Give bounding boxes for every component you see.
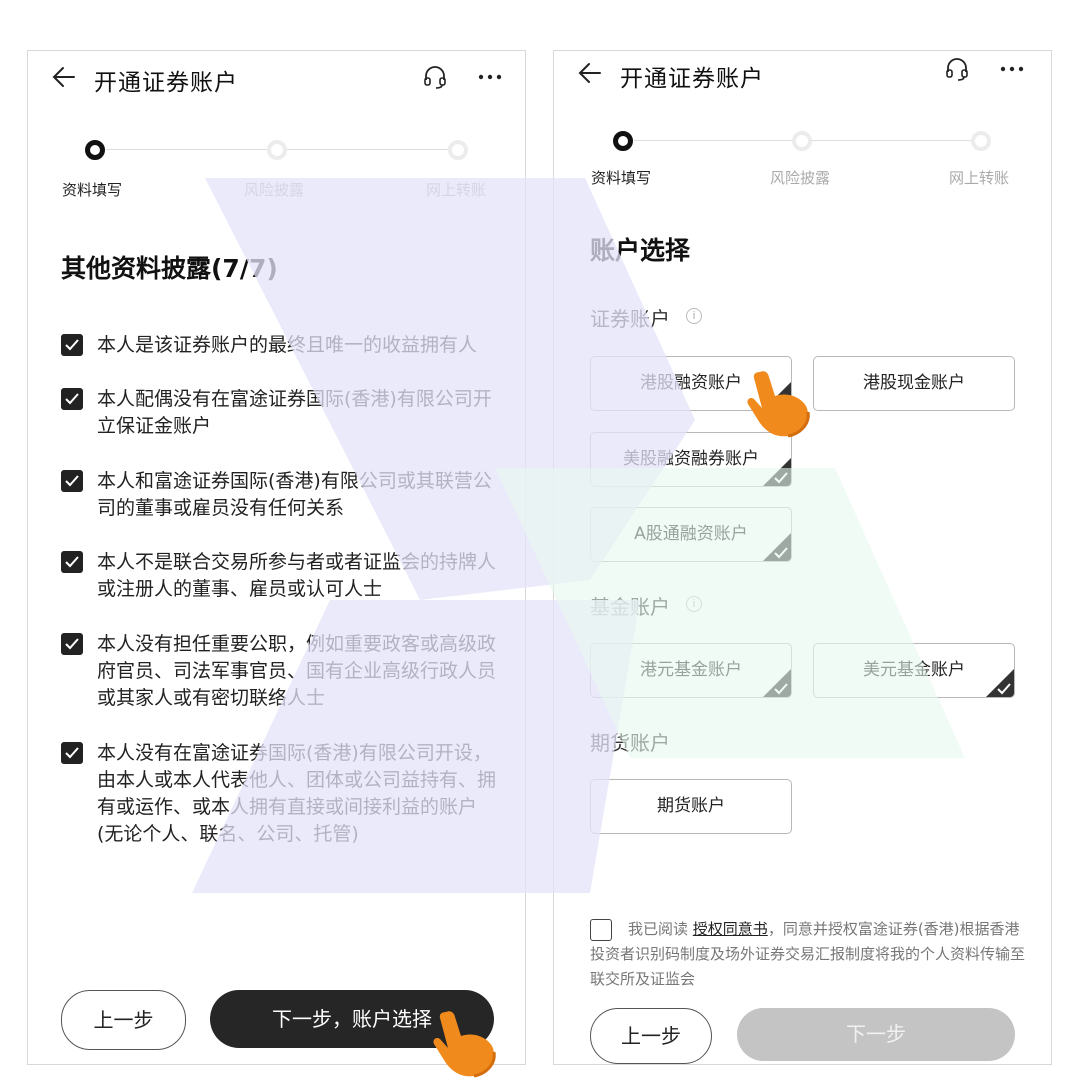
account-label: 美元基金账户 bbox=[863, 660, 965, 680]
info-icon[interactable]: i bbox=[686, 596, 702, 612]
corner-check-icon bbox=[763, 382, 791, 410]
disclosure-text: 本人没有在富途证券国际(香港)有限公司开设，由本人或本人代表他人、团体或公司益持… bbox=[97, 742, 497, 845]
page-title: 开通证券账户 bbox=[94, 70, 238, 96]
agreement-link[interactable]: 授权同意书 bbox=[693, 920, 768, 938]
step-label-1: 资料填写 bbox=[62, 181, 123, 199]
account-label: A股通融资账户 bbox=[634, 524, 748, 544]
prev-step-button[interactable]: 上一步 bbox=[590, 1008, 712, 1064]
account-label: 港股融资账户 bbox=[640, 373, 742, 393]
step-dot-1 bbox=[85, 140, 105, 160]
header: 开通证券账户 bbox=[28, 57, 525, 101]
prev-step-button[interactable]: 上一步 bbox=[61, 990, 186, 1050]
corner-check-icon bbox=[986, 669, 1014, 697]
section-title: 账户选择 bbox=[590, 236, 691, 265]
agreement-text: 我已阅读 授权同意书，同意并授权富途证券(香港)根据香港投资者识别码制度及场外证… bbox=[590, 917, 1030, 992]
step-dot-3 bbox=[971, 131, 991, 151]
more-icon[interactable] bbox=[998, 55, 1026, 83]
corner-check-icon bbox=[763, 458, 791, 486]
checkbox-checked-icon[interactable] bbox=[61, 334, 83, 356]
account-option[interactable]: 美股融资融券账户 bbox=[590, 432, 792, 487]
account-option[interactable]: 美元基金账户 bbox=[813, 643, 1015, 698]
left-screen: 开通证券账户 资料填写 风险披露 网上转账 其他资料披露(7/7) 本人是该证券… bbox=[27, 50, 526, 1065]
disclosure-text: 本人不是联合交易所参与者或者证监会的持牌人或注册人的董事、雇员或认可人士 bbox=[97, 551, 497, 600]
step-dot-2 bbox=[792, 131, 812, 151]
header: 开通证券账户 bbox=[554, 53, 1051, 97]
funds-label: 基金账户 bbox=[590, 595, 670, 619]
account-label: 港元基金账户 bbox=[640, 660, 742, 680]
step-label-1: 资料填写 bbox=[591, 169, 652, 187]
account-label: 期货账户 bbox=[657, 796, 725, 816]
checkbox-checked-icon[interactable] bbox=[61, 470, 83, 492]
futures-label: 期货账户 bbox=[590, 731, 670, 755]
checkbox-checked-icon[interactable] bbox=[61, 388, 83, 410]
step-dot-3 bbox=[448, 140, 468, 160]
next-step-button[interactable]: 下一步 bbox=[737, 1008, 1015, 1061]
securities-label: 证券账户 bbox=[590, 307, 670, 331]
disclosure-text: 本人和富途证券国际(香港)有限公司或其联营公司的董事或雇员没有任何关系 bbox=[97, 470, 492, 519]
section-title: 其他资料披露(7/7) bbox=[61, 254, 278, 283]
page-title: 开通证券账户 bbox=[620, 66, 764, 92]
step-dot-2 bbox=[267, 140, 287, 160]
corner-check-icon bbox=[763, 669, 791, 697]
corner-check-icon bbox=[763, 533, 791, 561]
disclosure-text: 本人配偶没有在富途证券国际(香港)有限公司开立保证金账户 bbox=[97, 388, 492, 437]
right-screen: 开通证券账户 资料填写 风险披露 网上转账 账户选择 证券账户 i 港股融资账户… bbox=[553, 50, 1052, 1065]
account-option[interactable]: 港股现金账户 bbox=[813, 356, 1015, 411]
account-option[interactable]: 港元基金账户 bbox=[590, 643, 792, 698]
disclosure-text: 本人是该证券账户的最终且唯一的收益拥有人 bbox=[97, 334, 478, 356]
step-label-2: 风险披露 bbox=[244, 181, 305, 199]
account-option[interactable]: 期货账户 bbox=[590, 779, 792, 834]
more-icon[interactable] bbox=[476, 63, 504, 91]
checkbox-checked-icon[interactable] bbox=[61, 742, 83, 764]
step-label-3: 网上转账 bbox=[949, 169, 1010, 187]
checkbox-checked-icon[interactable] bbox=[61, 633, 83, 655]
account-label: 美股融资融券账户 bbox=[623, 449, 759, 469]
next-step-button[interactable]: 下一步，账户选择 bbox=[210, 990, 494, 1048]
account-option[interactable]: 港股融资账户 bbox=[590, 356, 792, 411]
step-label-3: 网上转账 bbox=[426, 181, 487, 199]
info-icon[interactable]: i bbox=[686, 308, 702, 324]
checkbox-checked-icon[interactable] bbox=[61, 551, 83, 573]
back-arrow-icon[interactable] bbox=[576, 59, 604, 87]
account-label: 港股现金账户 bbox=[863, 373, 965, 393]
back-arrow-icon[interactable] bbox=[50, 63, 78, 91]
step-label-2: 风险披露 bbox=[770, 169, 831, 187]
step-dot-1 bbox=[613, 131, 633, 151]
headset-icon[interactable] bbox=[943, 55, 971, 83]
agreement-prefix: 我已阅读 bbox=[628, 920, 689, 938]
account-option[interactable]: A股通融资账户 bbox=[590, 507, 792, 562]
disclosure-text: 本人没有担任重要公职，例如重要政客或高级政府官员、司法军事官员、国有企业高级行政… bbox=[97, 633, 497, 709]
headset-icon[interactable] bbox=[421, 63, 449, 91]
